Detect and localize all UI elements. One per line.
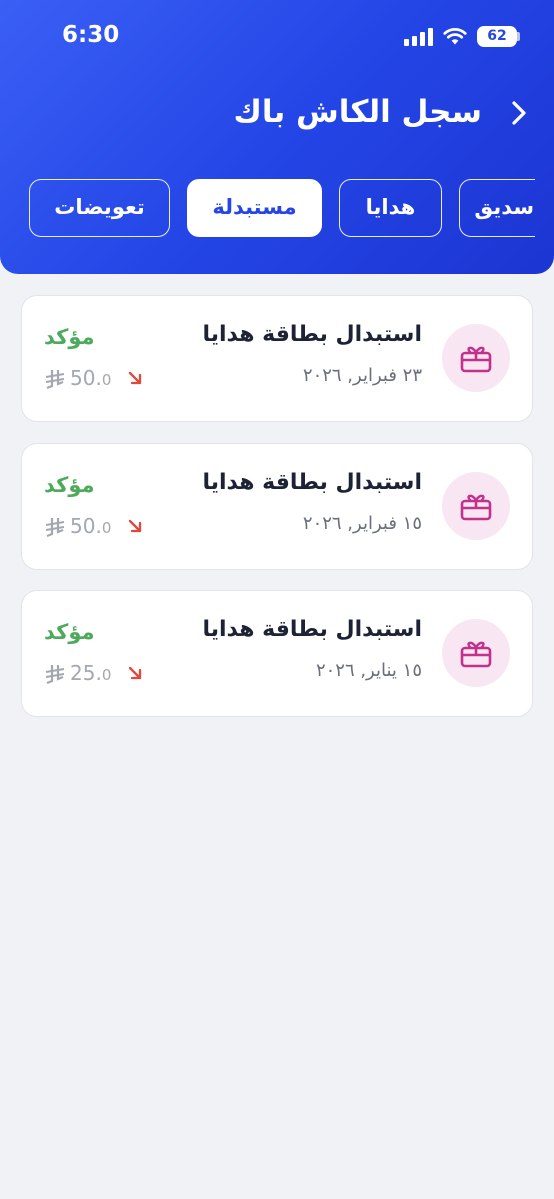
list-item[interactable]: استبدال بطاقة هدايا ٢٣ فبراير, ٢٠٢٦ مؤكد 50… <box>21 295 533 422</box>
arrow-down-right-icon <box>128 519 142 533</box>
amount-decimal: 0 <box>101 371 112 389</box>
tab-friend[interactable]: سديق <box>459 179 535 237</box>
arrow-down-right-icon <box>128 666 142 680</box>
status-time: 6:30 <box>62 22 120 48</box>
header: 6:30 62 سجل الكاش باك تعويضات مستبدلة هد… <box>0 0 554 274</box>
status-badge: مؤكد <box>44 325 95 349</box>
gift-icon <box>460 346 492 373</box>
amount-main: 50. <box>70 514 102 538</box>
chevron-back-icon[interactable] <box>505 98 531 128</box>
item-date: ١٥ يناير, ٢٠٢٦ <box>315 660 422 681</box>
riyal-icon <box>45 665 65 685</box>
amount-row: 25.0 <box>44 661 154 689</box>
list-item[interactable]: استبدال بطاقة هدايا ١٥ فبراير, ٢٠٢٦ مؤكد 50… <box>21 443 533 570</box>
amount-row: 50.0 <box>44 366 154 394</box>
wifi-icon <box>443 28 467 45</box>
amount-value: 50.0 <box>70 366 111 390</box>
status-badge: مؤكد <box>44 620 95 644</box>
amount-row: 50.0 <box>44 514 154 542</box>
status-badge: مؤكد <box>44 473 95 497</box>
gift-icon-badge <box>442 472 510 540</box>
amount-decimal: 0 <box>101 666 112 684</box>
item-title: استبدال بطاقة هدايا <box>202 322 422 347</box>
amount-decimal: 0 <box>101 519 112 537</box>
item-date: ١٥ فبراير, ٢٠٢٦ <box>302 513 422 534</box>
tab-clip: سديق <box>459 179 535 237</box>
item-title: استبدال بطاقة هدايا <box>202 617 422 642</box>
gift-icon <box>460 494 492 521</box>
tab-gifts[interactable]: هدايا <box>339 179 442 237</box>
page-title: سجل الكاش باك <box>233 94 482 130</box>
amount-main: 25. <box>70 661 102 685</box>
arrow-down-right-icon <box>128 371 142 385</box>
gift-icon <box>460 641 492 668</box>
item-date: ٢٣ فبراير, ٢٠٢٦ <box>302 365 422 386</box>
riyal-icon <box>45 370 65 390</box>
tab-redeemed[interactable]: مستبدلة <box>187 179 322 237</box>
gift-icon-badge <box>442 619 510 687</box>
signal-icon <box>404 28 434 46</box>
tab-compensations[interactable]: تعويضات <box>29 179 170 237</box>
amount-value: 25.0 <box>70 661 111 685</box>
battery-tip <box>517 32 520 41</box>
list-item[interactable]: استبدال بطاقة هدايا ١٥ يناير, ٢٠٢٦ مؤكد 25.… <box>21 590 533 717</box>
battery-level: 62 <box>487 28 507 44</box>
battery-icon: 62 <box>477 26 517 47</box>
amount-value: 50.0 <box>70 514 111 538</box>
amount-main: 50. <box>70 366 102 390</box>
status-bar: 6:30 62 <box>0 0 554 70</box>
gift-icon-badge <box>442 324 510 392</box>
riyal-icon <box>45 518 65 538</box>
item-title: استبدال بطاقة هدايا <box>202 470 422 495</box>
